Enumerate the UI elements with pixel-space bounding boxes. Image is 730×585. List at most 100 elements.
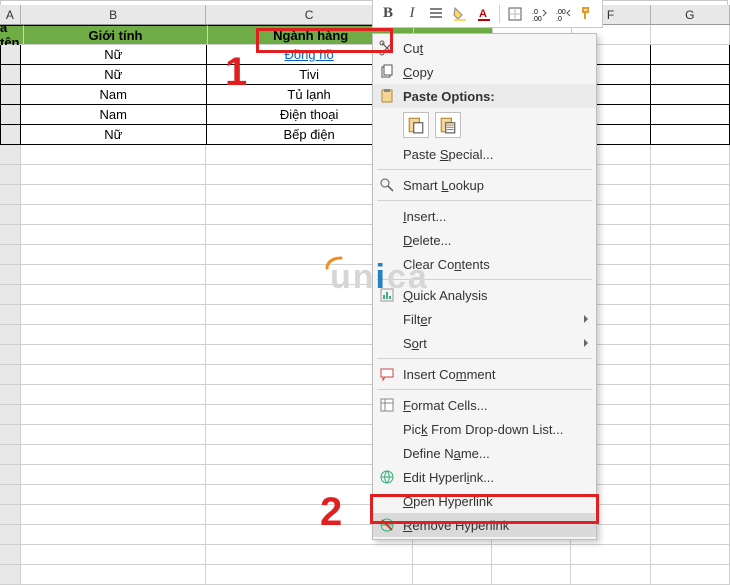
cell[interactable]	[21, 465, 207, 485]
cell[interactable]	[651, 525, 730, 545]
cell[interactable]	[651, 205, 730, 225]
cell[interactable]	[21, 445, 207, 465]
cell[interactable]	[21, 485, 207, 505]
colhead-A[interactable]: A	[0, 5, 21, 24]
cell-gender[interactable]: Nam	[21, 105, 207, 125]
cell[interactable]	[0, 105, 21, 125]
cell[interactable]	[21, 245, 207, 265]
cell[interactable]	[0, 305, 21, 325]
cell[interactable]	[492, 545, 571, 565]
cell[interactable]	[651, 125, 730, 145]
cell-gender[interactable]: Nữ	[21, 125, 207, 145]
cell[interactable]	[0, 145, 21, 165]
cell-gender[interactable]: Nữ	[21, 45, 207, 65]
cell[interactable]	[651, 345, 730, 365]
italic-button[interactable]: I	[401, 3, 423, 25]
cell[interactable]	[651, 225, 730, 245]
colhead-B[interactable]: B	[21, 5, 207, 24]
cell[interactable]	[651, 145, 730, 165]
cell[interactable]	[21, 365, 207, 385]
cell[interactable]	[413, 565, 492, 585]
cell[interactable]	[21, 385, 207, 405]
decrease-decimal-button[interactable]: .00.0	[552, 3, 574, 25]
cell[interactable]	[21, 225, 207, 245]
cell[interactable]	[413, 545, 492, 565]
borders-button[interactable]	[504, 3, 526, 25]
font-color-button[interactable]: A	[473, 3, 495, 25]
menu-filter[interactable]: Filter	[373, 307, 596, 331]
cell[interactable]	[651, 185, 730, 205]
cell[interactable]	[571, 545, 650, 565]
cell[interactable]	[21, 505, 207, 525]
paste-option-1[interactable]	[403, 112, 429, 138]
cell[interactable]	[492, 565, 571, 585]
menu-remove-hyperlink[interactable]: Remove Hyperlink	[373, 513, 596, 537]
cell[interactable]	[651, 105, 730, 125]
cell[interactable]	[651, 245, 730, 265]
cell[interactable]	[21, 565, 207, 585]
menu-define-name[interactable]: Define Name...	[373, 441, 596, 465]
cell[interactable]	[21, 405, 207, 425]
cell[interactable]	[0, 465, 21, 485]
cell[interactable]	[651, 305, 730, 325]
paste-option-2[interactable]	[435, 112, 461, 138]
cell-gender[interactable]: Nữ	[21, 65, 207, 85]
cell[interactable]	[0, 525, 21, 545]
align-button[interactable]	[425, 3, 447, 25]
menu-smart-lookup[interactable]: Smart Lookup	[373, 173, 596, 197]
cell[interactable]	[21, 205, 207, 225]
cell[interactable]	[0, 565, 21, 585]
menu-clear-contents[interactable]: Clear Contents	[373, 252, 596, 276]
cell[interactable]	[0, 325, 21, 345]
cell[interactable]	[0, 125, 21, 145]
cell[interactable]	[21, 145, 207, 165]
cell[interactable]	[651, 325, 730, 345]
cell[interactable]	[0, 225, 21, 245]
cell[interactable]	[0, 545, 21, 565]
cell[interactable]	[651, 505, 730, 525]
cell[interactable]	[651, 565, 730, 585]
cell-gender[interactable]: Nam	[21, 85, 207, 105]
cell[interactable]	[21, 325, 207, 345]
cell[interactable]	[0, 85, 21, 105]
menu-sort[interactable]: Sort	[373, 331, 596, 355]
cell[interactable]	[651, 465, 730, 485]
colhead-G[interactable]: G	[651, 5, 730, 24]
cell[interactable]	[0, 285, 21, 305]
menu-open-hyperlink[interactable]: Open Hyperlink	[373, 489, 596, 513]
menu-copy[interactable]: Copy	[373, 60, 596, 84]
cell[interactable]	[651, 445, 730, 465]
menu-paste-special[interactable]: Paste Special...	[373, 142, 596, 166]
cell[interactable]	[21, 425, 207, 445]
menu-insert[interactable]: Insert...	[373, 204, 596, 228]
cell[interactable]	[21, 525, 207, 545]
cell[interactable]	[651, 385, 730, 405]
cell[interactable]	[0, 425, 21, 445]
cell[interactable]	[0, 445, 21, 465]
menu-format-cells[interactable]: Format Cells...	[373, 393, 596, 417]
menu-edit-hyperlink[interactable]: Edit Hyperlink...	[373, 465, 596, 489]
cell[interactable]	[0, 165, 21, 185]
menu-delete[interactable]: Delete...	[373, 228, 596, 252]
cell[interactable]	[0, 385, 21, 405]
cell[interactable]	[0, 65, 21, 85]
menu-insert-comment[interactable]: Insert Comment	[373, 362, 596, 386]
cell[interactable]	[0, 265, 21, 285]
cell[interactable]	[21, 185, 207, 205]
header-cell-A[interactable]: à tên	[0, 25, 24, 45]
cell[interactable]	[21, 305, 207, 325]
cell[interactable]	[0, 45, 21, 65]
cell[interactable]	[651, 405, 730, 425]
cell[interactable]	[651, 85, 730, 105]
cell[interactable]	[0, 365, 21, 385]
cell[interactable]	[651, 545, 730, 565]
menu-pick-from-list[interactable]: Pick From Drop-down List...	[373, 417, 596, 441]
cell[interactable]	[651, 25, 730, 45]
cell[interactable]	[0, 345, 21, 365]
cell[interactable]	[206, 565, 412, 585]
cell[interactable]	[0, 245, 21, 265]
cell[interactable]	[651, 485, 730, 505]
cell[interactable]	[21, 165, 207, 185]
cell[interactable]	[206, 545, 412, 565]
cell[interactable]	[21, 345, 207, 365]
